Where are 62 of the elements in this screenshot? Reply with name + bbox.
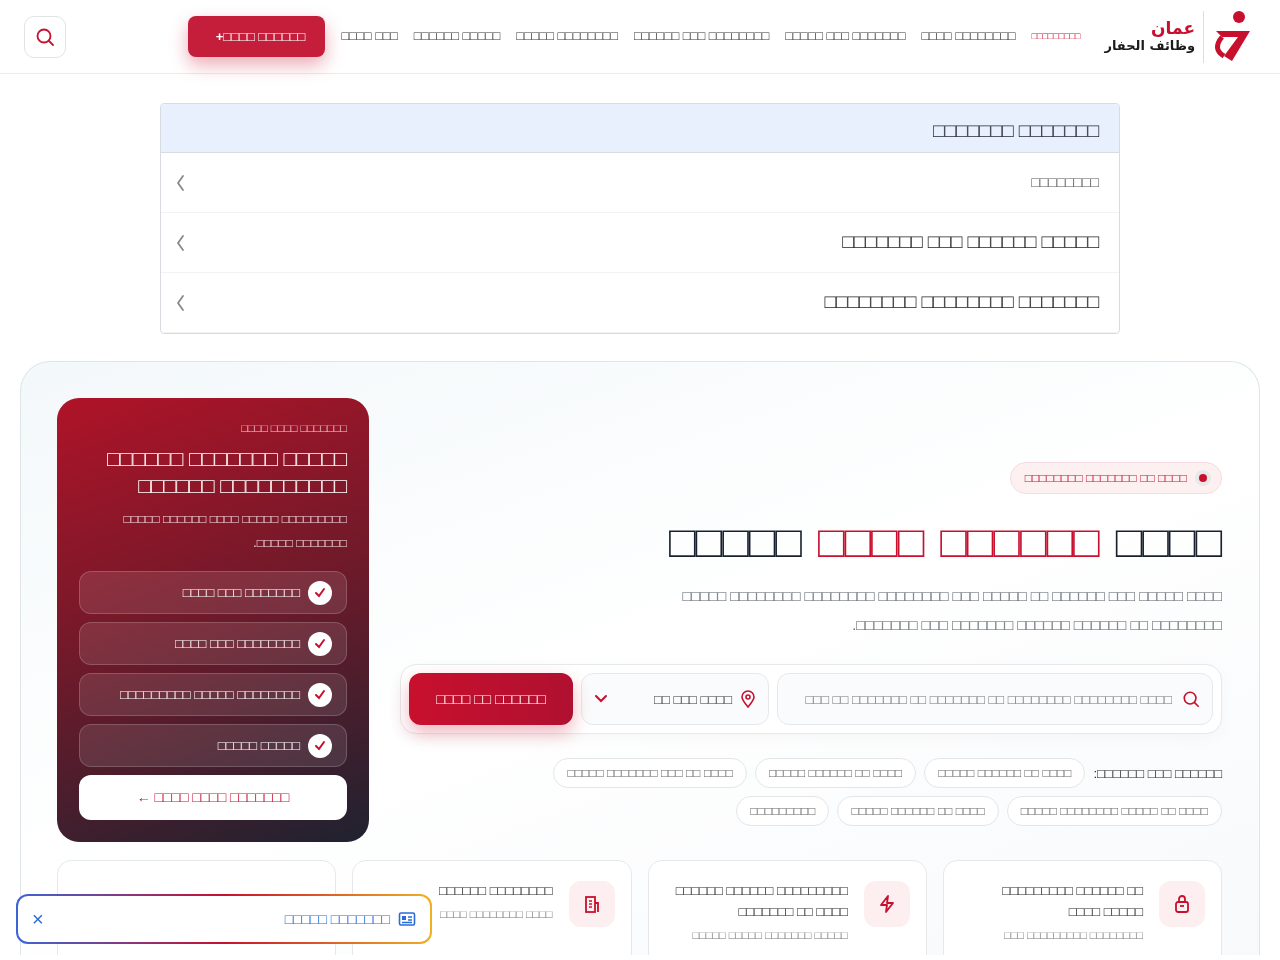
nav-link[interactable]: □□□□□□□□ □□□□ bbox=[921, 27, 1016, 46]
close-button[interactable]: × bbox=[32, 909, 44, 929]
live-dot-icon bbox=[1195, 470, 1211, 486]
chevron-left-icon bbox=[175, 293, 186, 312]
nav-link[interactable]: □□□ □□□□ bbox=[341, 27, 398, 46]
card-subtitle: □□□□□□□□ □□□□□□□□□ □□□ bbox=[1003, 927, 1143, 943]
nav-link[interactable]: □□□□□□□ □□□ □□□□□ bbox=[785, 27, 906, 46]
promo-text: □□□□□□□□□ □□□□□ □□□□ □□□□□□ □□□□□ □□□□□□□ □□□□□. bbox=[122, 511, 347, 553]
nav-link[interactable]: □□□□□□□□□ bbox=[1031, 29, 1081, 44]
title-word: □□□□ bbox=[1115, 518, 1222, 567]
nav-link[interactable]: □□□□□ □□□□□□ bbox=[413, 27, 501, 46]
search-field[interactable]: □□□□ □□□□□□□□ □□□□□□□□ □□ □□□□□□□ □□ □□□□□□□ □□ □□□ bbox=[777, 673, 1213, 726]
check-icon bbox=[314, 688, 326, 701]
feature-item: □□□□□□□□ □□□ □□□□ bbox=[79, 622, 347, 666]
title-word: □□□□ bbox=[817, 518, 925, 567]
search-jobs-button[interactable]: □□□□□□ □□ □□□□ bbox=[409, 673, 573, 726]
menu-title: □□□□□□□ □□□□□□□ bbox=[161, 104, 1119, 153]
logo-text: وظائف الحفار bbox=[1104, 38, 1195, 54]
title-word: □□□□□□ bbox=[940, 518, 1100, 567]
location-select[interactable]: □□□□ □□□ □□ bbox=[581, 673, 769, 726]
menu-item[interactable]: □□□□□ □□□□□□ □□□ □□□□□□□ bbox=[161, 213, 1119, 273]
search-tag[interactable]: □□□□ □□ □□□□□□ □□□□□ bbox=[754, 758, 917, 789]
feature-item: □□□□□□□ □□□ □□□□ bbox=[79, 571, 347, 615]
search-tag[interactable]: □□□□ □□ □□□ □□□□□□□ □□□□□ bbox=[553, 758, 747, 789]
search-button[interactable] bbox=[24, 15, 66, 58]
card-subtitle: □□□□□ □□□□□□□ □□□□□ □□□□□ bbox=[691, 927, 848, 943]
promo-title: □□□□□ □□□□□□□ □□□□□□ □□□□□□□□□□ □□□□□□ bbox=[106, 445, 347, 499]
highlight-badge: □□□□ □□ □□□□□□□ □□□□□□□□ bbox=[1009, 462, 1222, 494]
search-tag[interactable]: □□□□□□□□□ bbox=[736, 796, 830, 827]
popular-searches-label: □□□□□□ □□□ □□□□□□: bbox=[1093, 764, 1222, 783]
check-icon bbox=[314, 739, 326, 752]
promo-kicker: □□□□□□□ □□□□ □□□□ bbox=[240, 421, 347, 436]
card-subtitle: □□□□ □□□□□□□□ □□□□ bbox=[439, 906, 553, 922]
card-title: □□□□□□□□□ □□□□□□ □□□□□□ □□□□ □□ □□□□□□□ bbox=[674, 882, 848, 921]
nav-link[interactable]: □□□□□□□□ □□□□□ bbox=[516, 27, 618, 46]
id-card-icon bbox=[398, 911, 416, 927]
search-tag[interactable]: □□□□ □□ □□□□□□ □□□□□ bbox=[924, 758, 1086, 789]
nav-link[interactable]: □□□□□□□□ □□□ □□□□□□ bbox=[633, 27, 770, 46]
search-icon bbox=[1182, 690, 1200, 709]
menu-item[interactable]: □□□□□□□□ bbox=[161, 153, 1119, 213]
check-icon bbox=[314, 586, 326, 599]
feature-item: □□□□□ □□□□□ bbox=[79, 724, 347, 768]
feature-item: □□□□□□□□ □□□□□ □□□□□□□□□ bbox=[79, 673, 347, 717]
chevron-down-icon bbox=[594, 694, 608, 705]
search-input[interactable]: □□□□ □□□□□□□□ □□□□□□□□ □□ □□□□□□□ □□ □□□□□□□ □□ □□□ bbox=[790, 674, 1174, 725]
search-tag[interactable]: □□□□ □□ □□□□□□ □□□□□ bbox=[837, 796, 999, 827]
floating-bar-label: □□□□□□□ □□□□□ bbox=[284, 909, 390, 929]
card-title: □□ □□□□□□ □□□□□□□□□ □□□□□ □□□□ bbox=[1001, 882, 1143, 921]
location-pin-icon bbox=[740, 690, 756, 709]
menu-item[interactable]: □□□□□□□ □□□□□□□□ □□□□□□□□ bbox=[161, 273, 1119, 333]
card-title: □□□□□□□□ □□□□□□ bbox=[438, 882, 553, 900]
check-icon bbox=[314, 637, 326, 650]
chevron-left-icon bbox=[175, 173, 186, 192]
search-tag[interactable]: □□□□ □□ □□□□□ □□□□□□□□ □□□□□ bbox=[1006, 796, 1222, 827]
title-word: □□□□□ bbox=[669, 518, 802, 567]
post-job-button[interactable]: □□□□□□ □□□□ + bbox=[187, 15, 326, 58]
search-icon bbox=[35, 26, 55, 47]
promo-button[interactable]: □□□□□□□ □□□□ □□□□ ← bbox=[79, 775, 347, 820]
chevron-left-icon bbox=[175, 233, 186, 252]
hero-description: □□□□ □□□□□ □□□ □□□□□□ □□ □□□□□ □□□ □□□□□□□□ □□□□□□□□ □□□□□□□□ □□□□□ □□□□□□□□ □□ □□□□□□ □□□□□□ □□□□□□□ □□□ □□□□□□□. bbox=[681, 587, 1222, 636]
logo-text: عمان bbox=[1150, 19, 1195, 39]
lock-icon bbox=[1172, 894, 1192, 914]
